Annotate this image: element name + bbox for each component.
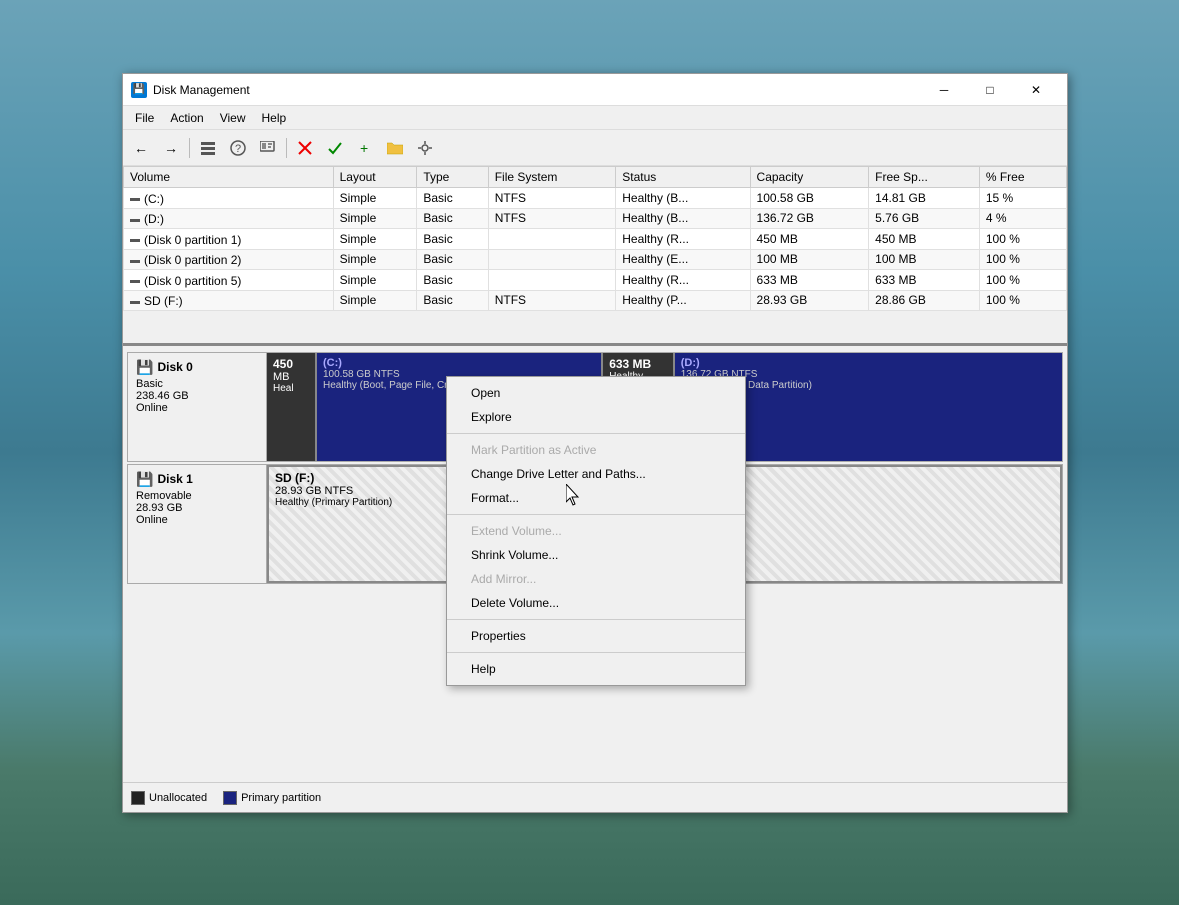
legend-unallocated-color [131, 791, 145, 805]
ctx-shrink[interactable]: Shrink Volume... [447, 543, 745, 567]
ctx-sep-2 [447, 514, 745, 515]
menu-help[interactable]: Help [254, 109, 295, 127]
ctx-help[interactable]: Help [447, 657, 745, 681]
cell-volume: (Disk 0 partition 5) [124, 270, 334, 291]
ctx-open[interactable]: Open [447, 381, 745, 405]
toolbar-check[interactable] [321, 134, 349, 162]
part4-label: (D:) [681, 357, 1056, 369]
disk0-part1[interactable]: 450 MB Heal [267, 353, 317, 461]
col-volume[interactable]: Volume [124, 167, 334, 188]
legend-primary-color [223, 791, 237, 805]
legend-unallocated: Unallocated [131, 791, 207, 805]
toolbar-delete[interactable] [291, 134, 319, 162]
disk1-info: 💾 Disk 1 Removable 28.93 GB Online [127, 464, 267, 584]
svg-text:+: + [360, 140, 368, 156]
toolbar-sep-1 [189, 138, 190, 158]
context-menu: Open Explore Mark Partition as Active Ch… [446, 376, 746, 686]
toolbar-back[interactable]: ← [127, 134, 155, 162]
ctx-sep-1 [447, 433, 745, 434]
title-bar: 💾 Disk Management ─ □ ✕ [123, 74, 1067, 106]
disk1-name: Disk 1 [157, 472, 192, 486]
toolbar-help[interactable]: ? [224, 134, 252, 162]
disk1-status: Online [136, 514, 258, 526]
disk0-size: 238.46 GB [136, 390, 258, 402]
legend-unallocated-label: Unallocated [149, 792, 207, 804]
table-row[interactable]: SD (F:) Simple Basic NTFS Healthy (P... … [124, 290, 1067, 311]
cell-volume: (Disk 0 partition 2) [124, 249, 334, 270]
table-row[interactable]: (Disk 0 partition 5) Simple Basic Health… [124, 270, 1067, 291]
cell-volume: (C:) [124, 188, 334, 209]
menu-action[interactable]: Action [162, 109, 211, 127]
ctx-add-mirror: Add Mirror... [447, 567, 745, 591]
toolbar-settings[interactable] [411, 134, 439, 162]
disk0-status: Online [136, 402, 258, 414]
menu-bar: File Action View Help [123, 106, 1067, 130]
table-row[interactable]: (C:) Simple Basic NTFS Healthy (B... 100… [124, 188, 1067, 209]
toolbar: ← → ? [123, 130, 1067, 166]
toolbar-forward[interactable]: → [157, 134, 185, 162]
table-row[interactable]: (Disk 0 partition 1) Simple Basic Health… [124, 229, 1067, 250]
disk1-size: 28.93 GB [136, 502, 258, 514]
menu-file[interactable]: File [127, 109, 162, 127]
title-buttons: ─ □ ✕ [921, 74, 1059, 106]
table-section: Volume Layout Type File System Status Ca… [123, 166, 1067, 346]
menu-view[interactable]: View [212, 109, 254, 127]
disk-management-window: 💾 Disk Management ─ □ ✕ File Action View… [122, 73, 1068, 813]
ctx-delete[interactable]: Delete Volume... [447, 591, 745, 615]
ctx-format[interactable]: Format... [447, 486, 745, 510]
app-icon: 💾 [131, 82, 147, 98]
table-row[interactable]: (D:) Simple Basic NTFS Healthy (B... 136… [124, 208, 1067, 229]
legend-primary-label: Primary partition [241, 792, 321, 804]
col-free[interactable]: Free Sp... [869, 167, 980, 188]
ctx-explore[interactable]: Explore [447, 405, 745, 429]
disk0-info: 💾 Disk 0 Basic 238.46 GB Online [127, 352, 267, 462]
minimize-button[interactable]: ─ [921, 74, 967, 106]
maximize-button[interactable]: □ [967, 74, 1013, 106]
col-filesystem[interactable]: File System [488, 167, 616, 188]
col-capacity[interactable]: Capacity [750, 167, 869, 188]
toolbar-properties[interactable] [254, 134, 282, 162]
disk1-type: Removable [136, 490, 258, 502]
ctx-properties[interactable]: Properties [447, 624, 745, 648]
window-title: Disk Management [153, 83, 921, 97]
toolbar-list[interactable] [194, 134, 222, 162]
ctx-mark-active: Mark Partition as Active [447, 438, 745, 462]
disk0-name: Disk 0 [157, 360, 192, 374]
close-button[interactable]: ✕ [1013, 74, 1059, 106]
col-percent[interactable]: % Free [979, 167, 1066, 188]
cell-volume: SD (F:) [124, 290, 334, 311]
legend-primary: Primary partition [223, 791, 321, 805]
table-row[interactable]: (Disk 0 partition 2) Simple Basic Health… [124, 249, 1067, 270]
ctx-change-letter[interactable]: Change Drive Letter and Paths... [447, 462, 745, 486]
part2-label: (C:) [323, 357, 595, 369]
ctx-sep-3 [447, 619, 745, 620]
svg-text:?: ? [235, 143, 241, 155]
legend-bar: Unallocated Primary partition [123, 782, 1067, 812]
col-type[interactable]: Type [417, 167, 488, 188]
col-status[interactable]: Status [616, 167, 750, 188]
cell-volume: (D:) [124, 208, 334, 229]
cell-volume: (Disk 0 partition 1) [124, 229, 334, 250]
ctx-extend: Extend Volume... [447, 519, 745, 543]
col-layout[interactable]: Layout [333, 167, 417, 188]
ctx-sep-4 [447, 652, 745, 653]
disk0-type: Basic [136, 378, 258, 390]
toolbar-folder[interactable] [381, 134, 409, 162]
toolbar-sep-2 [286, 138, 287, 158]
toolbar-add[interactable]: + [351, 134, 379, 162]
disk-table: Volume Layout Type File System Status Ca… [123, 166, 1067, 311]
